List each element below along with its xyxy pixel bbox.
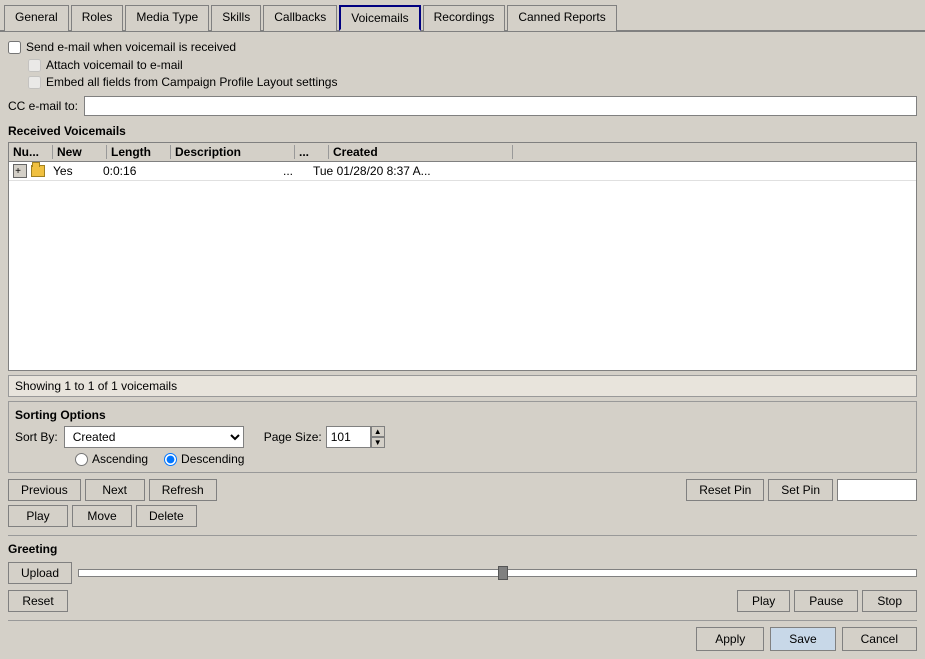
embed-fields-label: Embed all fields from Campaign Profile L… [46,75,337,89]
attach-voicemail-row: Attach voicemail to e-mail [28,58,917,72]
reset-button[interactable]: Reset [8,590,68,612]
row-new: Yes [53,164,103,178]
folder-icon [31,165,45,177]
embed-fields-checkbox[interactable] [28,76,41,89]
row-ellipsis: ... [283,164,313,178]
delete-button[interactable]: Delete [136,505,197,527]
tab-roles[interactable]: Roles [71,5,124,31]
tab-canned-reports[interactable]: Canned Reports [507,5,616,31]
descending-text: Descending [181,452,244,466]
action-buttons-row2: Play Move Delete [8,505,917,527]
save-button[interactable]: Save [770,627,835,651]
col-header-ellipsis: ... [299,145,329,159]
greeting-play-button[interactable]: Play [737,590,790,612]
sorting-options: Sorting Options Sort By: Created Length … [8,401,917,473]
previous-button[interactable]: Previous [8,479,81,501]
set-pin-button[interactable]: Set Pin [768,479,833,501]
tab-recordings[interactable]: Recordings [423,5,506,31]
cc-label: CC e-mail to: [8,99,78,113]
send-email-row: Send e-mail when voicemail is received [8,40,917,54]
greeting-controls: Upload [8,562,917,584]
tab-general[interactable]: General [4,5,69,31]
table-row[interactable]: + Yes 0:0:16 ... Tue 01/28/20 8:37 A... [9,162,916,181]
row-length: 0:0:16 [103,164,163,178]
radio-row: Ascending Descending [15,452,910,466]
upload-button[interactable]: Upload [8,562,72,584]
descending-radio[interactable] [164,453,177,466]
tab-skills[interactable]: Skills [211,5,261,31]
refresh-button[interactable]: Refresh [149,479,217,501]
next-button[interactable]: Next [85,479,145,501]
spinner-up[interactable]: ▲ [371,426,385,437]
ascending-label[interactable]: Ascending [75,452,148,466]
ascending-text: Ascending [92,452,148,466]
progress-thumb[interactable] [498,566,508,580]
status-bar: Showing 1 to 1 of 1 voicemails [8,375,917,397]
col-header-desc: Description [175,145,295,159]
greeting-title: Greeting [8,542,917,556]
embed-fields-row: Embed all fields from Campaign Profile L… [28,75,917,89]
col-header-num: Nu... [13,145,53,159]
received-voicemails-title: Received Voicemails [8,124,917,138]
apply-button[interactable]: Apply [696,627,764,651]
tab-callbacks[interactable]: Callbacks [263,5,337,31]
col-header-new: New [57,145,107,159]
cc-input[interactable] [84,96,917,116]
playback-controls: Play Pause Stop [737,590,917,612]
tab-media-type[interactable]: Media Type [125,5,209,31]
move-button[interactable]: Move [72,505,132,527]
spinner-down[interactable]: ▼ [371,437,385,448]
attach-voicemail-label: Attach voicemail to e-mail [46,58,183,72]
col-header-created: Created [333,145,513,159]
row-created: Tue 01/28/20 8:37 A... [313,164,493,178]
greeting-section: Greeting Upload Reset Play Pause Stop [8,535,917,612]
tab-voicemails[interactable]: Voicemails [339,5,420,31]
sort-by-row: Sort By: Created Length New Description … [15,426,910,448]
attach-voicemail-checkbox[interactable] [28,59,41,72]
greeting-stop-button[interactable]: Stop [862,590,917,612]
spinner-buttons: ▲ ▼ [371,426,385,448]
descending-label[interactable]: Descending [164,452,244,466]
footer-row: Apply Save Cancel [8,620,917,651]
send-email-label: Send e-mail when voicemail is received [26,40,236,54]
pin-input[interactable] [837,479,917,501]
page-size-group: Page Size: ▲ ▼ [264,426,385,448]
page-size-input[interactable] [326,426,371,448]
expand-icon[interactable]: + [13,164,27,178]
reset-pin-button[interactable]: Reset Pin [686,479,764,501]
action-buttons-row1: Previous Next Refresh Reset Pin Set Pin [8,479,917,501]
voicemails-table: Nu... New Length Description ... Created… [8,142,917,371]
cancel-button[interactable]: Cancel [842,627,917,651]
content-area: Send e-mail when voicemail is received A… [0,32,925,659]
sub-options: Attach voicemail to e-mail Embed all fie… [28,58,917,92]
greeting-pause-button[interactable]: Pause [794,590,858,612]
sort-by-select[interactable]: Created Length New Description [64,426,244,448]
sorting-title: Sorting Options [15,408,910,422]
row-num: + [13,164,53,178]
play-button[interactable]: Play [8,505,68,527]
col-header-length: Length [111,145,171,159]
ascending-radio[interactable] [75,453,88,466]
sort-by-label: Sort By: [15,430,58,444]
page-size-label: Page Size: [264,430,322,444]
tab-bar: General Roles Media Type Skills Callback… [0,0,925,32]
send-email-checkbox[interactable] [8,41,21,54]
table-header: Nu... New Length Description ... Created [9,143,916,162]
cc-row: CC e-mail to: [8,96,917,116]
progress-bar[interactable] [78,569,917,577]
